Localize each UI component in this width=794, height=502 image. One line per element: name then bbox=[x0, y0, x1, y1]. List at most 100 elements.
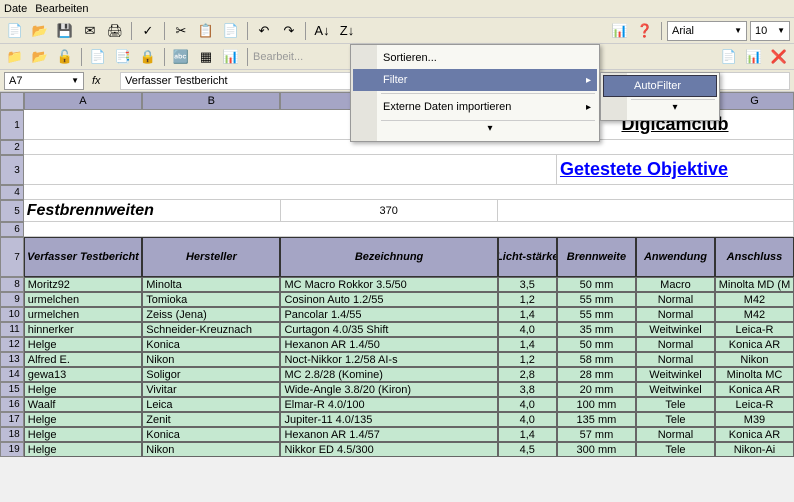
tool-icon[interactable]: 🔒 bbox=[137, 46, 159, 68]
data-cell[interactable]: 20 mm bbox=[557, 382, 636, 397]
th-hersteller[interactable]: Hersteller bbox=[142, 237, 280, 277]
data-cell[interactable]: Vivitar bbox=[142, 382, 280, 397]
subtitle-link[interactable]: Getestete Objektive bbox=[557, 155, 794, 185]
data-cell[interactable]: gewa13 bbox=[24, 367, 143, 382]
menu-expand[interactable]: ▾ bbox=[603, 102, 717, 118]
undo-icon[interactable]: ↶ bbox=[253, 20, 275, 42]
data-cell[interactable]: Weitwinkel bbox=[636, 382, 715, 397]
data-cell[interactable]: Hexanon AR 1.4/50 bbox=[280, 337, 497, 352]
data-cell[interactable]: Normal bbox=[636, 337, 715, 352]
th-bezeichnung[interactable]: Bezeichnung bbox=[280, 237, 497, 277]
tool-icon[interactable]: 📑 bbox=[112, 46, 134, 68]
cell[interactable] bbox=[24, 185, 794, 200]
data-cell[interactable]: Nikon bbox=[715, 352, 794, 367]
data-cell[interactable]: M42 bbox=[715, 307, 794, 322]
row-header[interactable]: 9 bbox=[0, 292, 24, 307]
th-brennweite[interactable]: Brennweite bbox=[557, 237, 636, 277]
data-cell[interactable]: Jupiter-11 4.0/135 bbox=[280, 412, 497, 427]
data-cell[interactable]: 55 mm bbox=[557, 307, 636, 322]
data-cell[interactable]: Tele bbox=[636, 442, 715, 457]
select-all-corner[interactable] bbox=[0, 92, 24, 110]
cut-icon[interactable]: ✂ bbox=[170, 20, 192, 42]
data-cell[interactable]: 4,0 bbox=[498, 322, 557, 337]
data-cell[interactable]: Helge bbox=[24, 442, 143, 457]
data-cell[interactable]: 57 mm bbox=[557, 427, 636, 442]
tool-icon[interactable]: ▦ bbox=[195, 46, 217, 68]
data-cell[interactable]: Normal bbox=[636, 307, 715, 322]
th-licht[interactable]: Licht-stärke bbox=[498, 237, 557, 277]
row-header[interactable]: 2 bbox=[0, 140, 24, 155]
data-cell[interactable]: Weitwinkel bbox=[636, 367, 715, 382]
cell[interactable] bbox=[498, 200, 794, 222]
data-cell[interactable]: Wide-Angle 3.8/20 (Kiron) bbox=[280, 382, 497, 397]
data-cell[interactable]: Normal bbox=[636, 352, 715, 367]
menu-sort[interactable]: Sortieren... bbox=[353, 47, 597, 69]
row-header[interactable]: 17 bbox=[0, 412, 24, 427]
data-cell[interactable]: 55 mm bbox=[557, 292, 636, 307]
data-cell[interactable]: urmelchen bbox=[24, 292, 143, 307]
section-cell[interactable]: Festbrennweiten bbox=[24, 200, 281, 222]
th-verfasser[interactable]: Verfasser Testbericht bbox=[24, 237, 143, 277]
data-cell[interactable]: 1,4 bbox=[498, 427, 557, 442]
col-header-b[interactable]: B bbox=[142, 92, 280, 110]
data-cell[interactable]: Zenit bbox=[142, 412, 280, 427]
row-header[interactable]: 6 bbox=[0, 222, 24, 237]
row-header[interactable]: 4 bbox=[0, 185, 24, 200]
data-cell[interactable]: Normal bbox=[636, 427, 715, 442]
cell[interactable] bbox=[24, 155, 557, 185]
row-header[interactable]: 7 bbox=[0, 237, 24, 277]
th-anschluss[interactable]: Anschluss bbox=[715, 237, 794, 277]
row-header[interactable]: 19 bbox=[0, 442, 24, 457]
data-cell[interactable]: Moritz92 bbox=[24, 277, 143, 292]
new-doc-icon[interactable]: 📄 bbox=[4, 20, 26, 42]
spell-icon[interactable]: ✓ bbox=[137, 20, 159, 42]
open-icon[interactable]: 📂 bbox=[29, 20, 51, 42]
data-cell[interactable]: Waalf bbox=[24, 397, 143, 412]
cell[interactable] bbox=[24, 222, 794, 237]
data-cell[interactable]: Nikon bbox=[142, 352, 280, 367]
data-cell[interactable]: 28 mm bbox=[557, 367, 636, 382]
data-cell[interactable]: 1,4 bbox=[498, 337, 557, 352]
data-cell[interactable]: Nikkor ED 4.5/300 bbox=[280, 442, 497, 457]
tool-icon[interactable]: ❌ bbox=[768, 46, 790, 68]
data-cell[interactable]: 3,5 bbox=[498, 277, 557, 292]
data-cell[interactable]: Alfred E. bbox=[24, 352, 143, 367]
sort-asc-icon[interactable]: A↓ bbox=[311, 20, 333, 42]
row-header[interactable]: 3 bbox=[0, 155, 24, 185]
data-cell[interactable]: Leica bbox=[142, 397, 280, 412]
chart-icon[interactable]: 📊 bbox=[609, 20, 631, 42]
row-header[interactable]: 8 bbox=[0, 277, 24, 292]
data-cell[interactable]: Minolta MD (M bbox=[715, 277, 794, 292]
data-cell[interactable]: 1,2 bbox=[498, 292, 557, 307]
data-cell[interactable]: Nikon bbox=[142, 442, 280, 457]
row-header[interactable]: 11 bbox=[0, 322, 24, 337]
cell[interactable] bbox=[24, 140, 794, 155]
data-cell[interactable]: 1,2 bbox=[498, 352, 557, 367]
help-icon[interactable]: ❓ bbox=[634, 20, 656, 42]
cell-reference-box[interactable]: A7▼ bbox=[4, 72, 84, 90]
data-cell[interactable]: Pancolar 1.4/55 bbox=[280, 307, 497, 322]
data-cell[interactable]: Helge bbox=[24, 412, 143, 427]
tool-icon[interactable]: 📂 bbox=[29, 46, 51, 68]
data-cell[interactable]: 58 mm bbox=[557, 352, 636, 367]
paste-icon[interactable]: 📄 bbox=[220, 20, 242, 42]
data-cell[interactable]: Konica AR bbox=[715, 427, 794, 442]
row-header[interactable]: 18 bbox=[0, 427, 24, 442]
data-cell[interactable]: Soligor bbox=[142, 367, 280, 382]
data-cell[interactable]: Minolta MC bbox=[715, 367, 794, 382]
save-icon[interactable]: 💾 bbox=[54, 20, 76, 42]
data-cell[interactable]: MC 2.8/28 (Komine) bbox=[280, 367, 497, 382]
data-cell[interactable]: Tele bbox=[636, 397, 715, 412]
data-cell[interactable]: Zeiss (Jena) bbox=[142, 307, 280, 322]
mail-icon[interactable]: ✉ bbox=[79, 20, 101, 42]
menu-bearbeiten[interactable]: Bearbeiten bbox=[35, 3, 88, 15]
data-cell[interactable]: 2,8 bbox=[498, 367, 557, 382]
print-icon[interactable]: 🖨 bbox=[104, 20, 126, 42]
th-anwendung[interactable]: Anwendung bbox=[636, 237, 715, 277]
col-header-g[interactable]: G bbox=[715, 92, 794, 110]
font-size-selector[interactable]: 10▼ bbox=[750, 21, 790, 41]
data-cell[interactable]: Nikon-Ai bbox=[715, 442, 794, 457]
tool-icon[interactable]: 📊 bbox=[743, 46, 765, 68]
row-header[interactable]: 15 bbox=[0, 382, 24, 397]
data-cell[interactable]: MC Macro Rokkor 3.5/50 bbox=[280, 277, 497, 292]
